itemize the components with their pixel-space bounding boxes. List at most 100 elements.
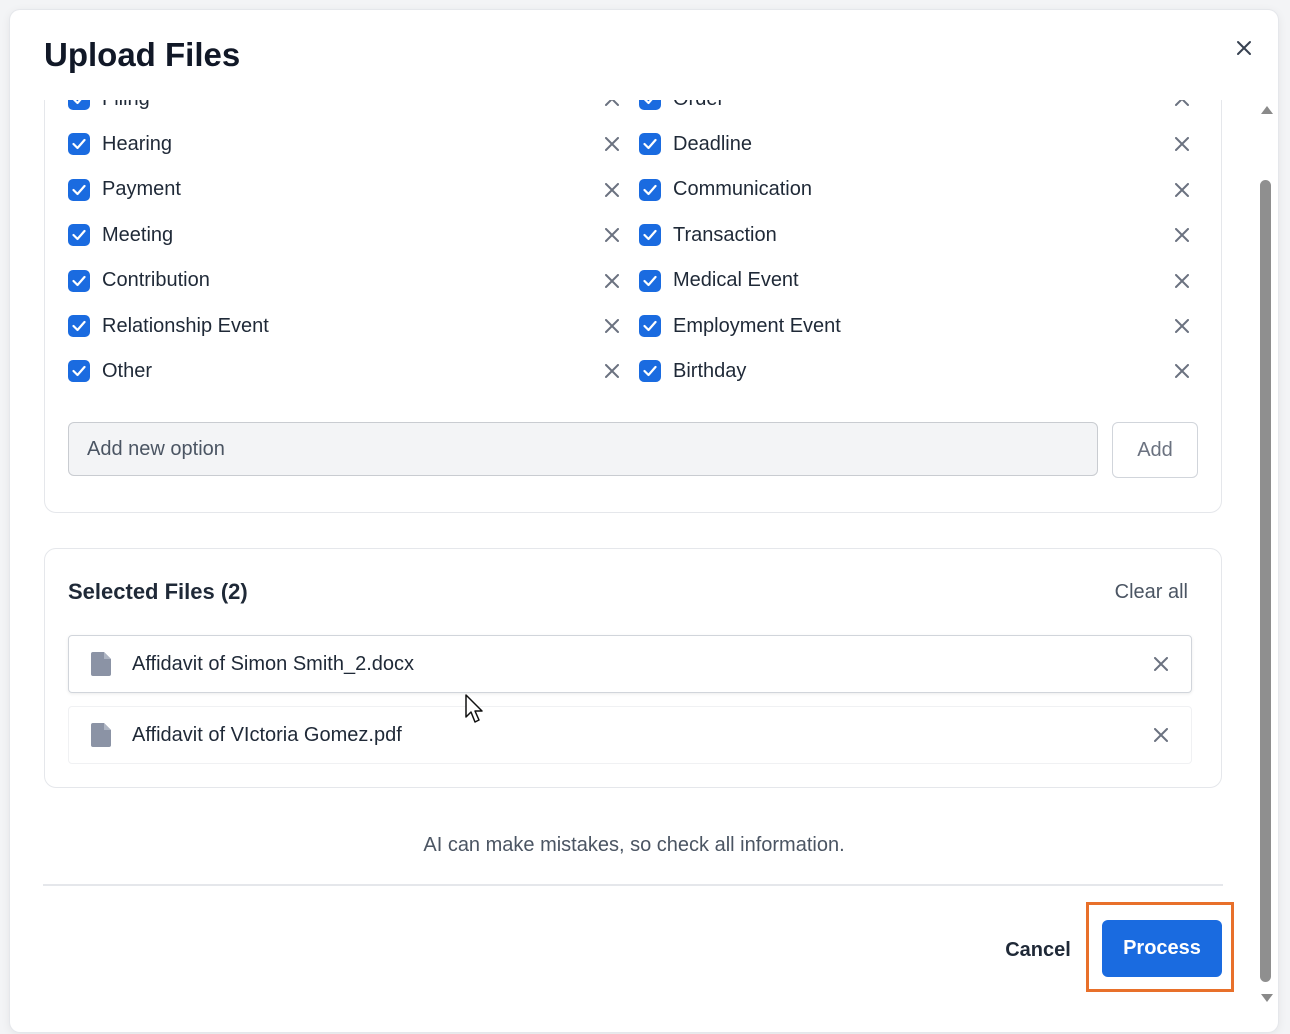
- option-item[interactable]: Other: [68, 354, 152, 388]
- option-checkbox[interactable]: [639, 315, 661, 337]
- option-label: Relationship Event: [102, 314, 269, 337]
- option-checkbox[interactable]: [68, 360, 90, 383]
- option-item[interactable]: Birthday: [639, 354, 746, 388]
- option-label: Other: [102, 359, 153, 382]
- dialog-title: Upload Files: [44, 36, 241, 73]
- option-label: Communication: [673, 178, 812, 201]
- x-icon: [1175, 364, 1189, 379]
- x-icon: [605, 137, 619, 152]
- option-label: Filing: [102, 100, 150, 111]
- remove-option-button[interactable]: [1170, 223, 1194, 247]
- option-checkbox[interactable]: [68, 224, 90, 247]
- file-item[interactable]: Affidavit of VIctoria Gomez.pdf: [68, 706, 1192, 764]
- remove-option-button[interactable]: [600, 359, 624, 383]
- option-item[interactable]: Communication: [639, 173, 812, 207]
- file-item[interactable]: Affidavit of Simon Smith_2.docx: [68, 635, 1192, 693]
- checkmark-icon: [72, 139, 86, 150]
- x-icon: [605, 319, 619, 333]
- options-card: Filing Hearing Payment Meeting Contribution R…: [44, 100, 1222, 513]
- checkmark-icon: [72, 275, 86, 286]
- option-item[interactable]: Employment Event: [639, 309, 841, 343]
- option-checkbox[interactable]: [639, 100, 661, 110]
- selected-files-card: Selected Files (2) Clear all Affidavit o…: [44, 548, 1222, 788]
- scroll-up-arrow-icon[interactable]: [1261, 106, 1273, 114]
- x-icon: [1175, 273, 1189, 288]
- option-item[interactable]: Deadline: [639, 127, 752, 161]
- option-label: Hearing: [102, 132, 173, 155]
- checkmark-icon: [643, 139, 657, 150]
- close-button[interactable]: [1228, 32, 1260, 64]
- option-item[interactable]: Contribution: [68, 264, 210, 298]
- remove-option-button[interactable]: [600, 132, 624, 156]
- remove-option-button[interactable]: [1170, 314, 1194, 338]
- checkmark-icon: [72, 100, 82, 105]
- remove-file-button[interactable]: [1149, 723, 1173, 747]
- x-icon: [1175, 319, 1189, 333]
- option-checkbox[interactable]: [68, 100, 90, 110]
- x-icon: [1154, 728, 1168, 742]
- option-checkbox[interactable]: [639, 178, 661, 201]
- option-label: Transaction: [673, 223, 777, 246]
- upload-files-dialog: Upload Files Filing Hearing Payment Meeting…: [10, 10, 1278, 1032]
- option-checkbox[interactable]: [639, 360, 661, 383]
- file-icon: [91, 723, 111, 747]
- x-icon: [605, 273, 619, 288]
- option-label: Order: [673, 100, 724, 111]
- checkmark-icon: [72, 230, 86, 241]
- checkmark-icon: [643, 184, 657, 195]
- x-icon: [605, 100, 619, 106]
- option-item[interactable]: Hearing: [68, 127, 172, 161]
- cancel-button[interactable]: Cancel: [988, 928, 1088, 972]
- option-label: Birthday: [673, 359, 747, 382]
- scroll-down-arrow-icon[interactable]: [1261, 994, 1273, 1002]
- x-icon: [1175, 137, 1189, 152]
- process-button[interactable]: Process: [1102, 920, 1222, 977]
- option-label: Deadline: [673, 132, 752, 155]
- x-icon: [605, 364, 619, 379]
- option-item[interactable]: Order: [639, 100, 724, 116]
- ai-disclaimer: AI can make mistakes, so check all infor…: [423, 834, 845, 856]
- remove-option-button[interactable]: [600, 269, 624, 293]
- close-icon: [1237, 41, 1251, 55]
- new-option-input[interactable]: [68, 422, 1098, 476]
- add-option-button[interactable]: Add: [1112, 422, 1198, 478]
- x-icon: [605, 182, 619, 197]
- option-item[interactable]: Payment: [68, 173, 181, 207]
- remove-option-button[interactable]: [1170, 178, 1194, 202]
- remove-option-button[interactable]: [600, 178, 624, 202]
- option-checkbox[interactable]: [68, 178, 90, 201]
- option-label: Medical Event: [673, 269, 799, 292]
- remove-file-button[interactable]: [1149, 652, 1173, 676]
- remove-option-button[interactable]: [1170, 359, 1194, 383]
- option-item[interactable]: Medical Event: [639, 264, 799, 298]
- x-icon: [1154, 657, 1168, 671]
- option-checkbox[interactable]: [639, 133, 661, 156]
- option-item[interactable]: Relationship Event: [68, 309, 269, 343]
- option-checkbox[interactable]: [639, 224, 661, 247]
- scrollbar-thumb[interactable]: [1260, 180, 1271, 982]
- checkmark-icon: [643, 230, 657, 241]
- checkmark-icon: [643, 320, 657, 332]
- option-label: Meeting: [102, 223, 174, 246]
- option-checkbox[interactable]: [68, 133, 90, 156]
- option-item[interactable]: Meeting: [68, 218, 173, 252]
- remove-option-button[interactable]: [600, 223, 624, 247]
- remove-option-button[interactable]: [1170, 132, 1194, 156]
- remove-option-button[interactable]: [1170, 269, 1194, 293]
- option-item[interactable]: Filing: [68, 100, 150, 116]
- checkmark-icon: [72, 320, 86, 332]
- clear-all-button[interactable]: Clear all: [1115, 581, 1188, 604]
- file-icon: [91, 652, 111, 676]
- remove-option-button[interactable]: [600, 100, 624, 111]
- checkmark-icon: [72, 366, 86, 377]
- option-label: Employment Event: [673, 314, 841, 337]
- option-item[interactable]: Transaction: [639, 218, 777, 252]
- checkmark-icon: [643, 275, 657, 286]
- option-checkbox[interactable]: [68, 269, 90, 292]
- remove-option-button[interactable]: [600, 314, 624, 338]
- x-icon: [605, 228, 619, 243]
- option-checkbox[interactable]: [639, 269, 661, 292]
- scrollbar[interactable]: [1258, 106, 1276, 1006]
- remove-option-button[interactable]: [1170, 100, 1194, 111]
- option-checkbox[interactable]: [68, 315, 90, 337]
